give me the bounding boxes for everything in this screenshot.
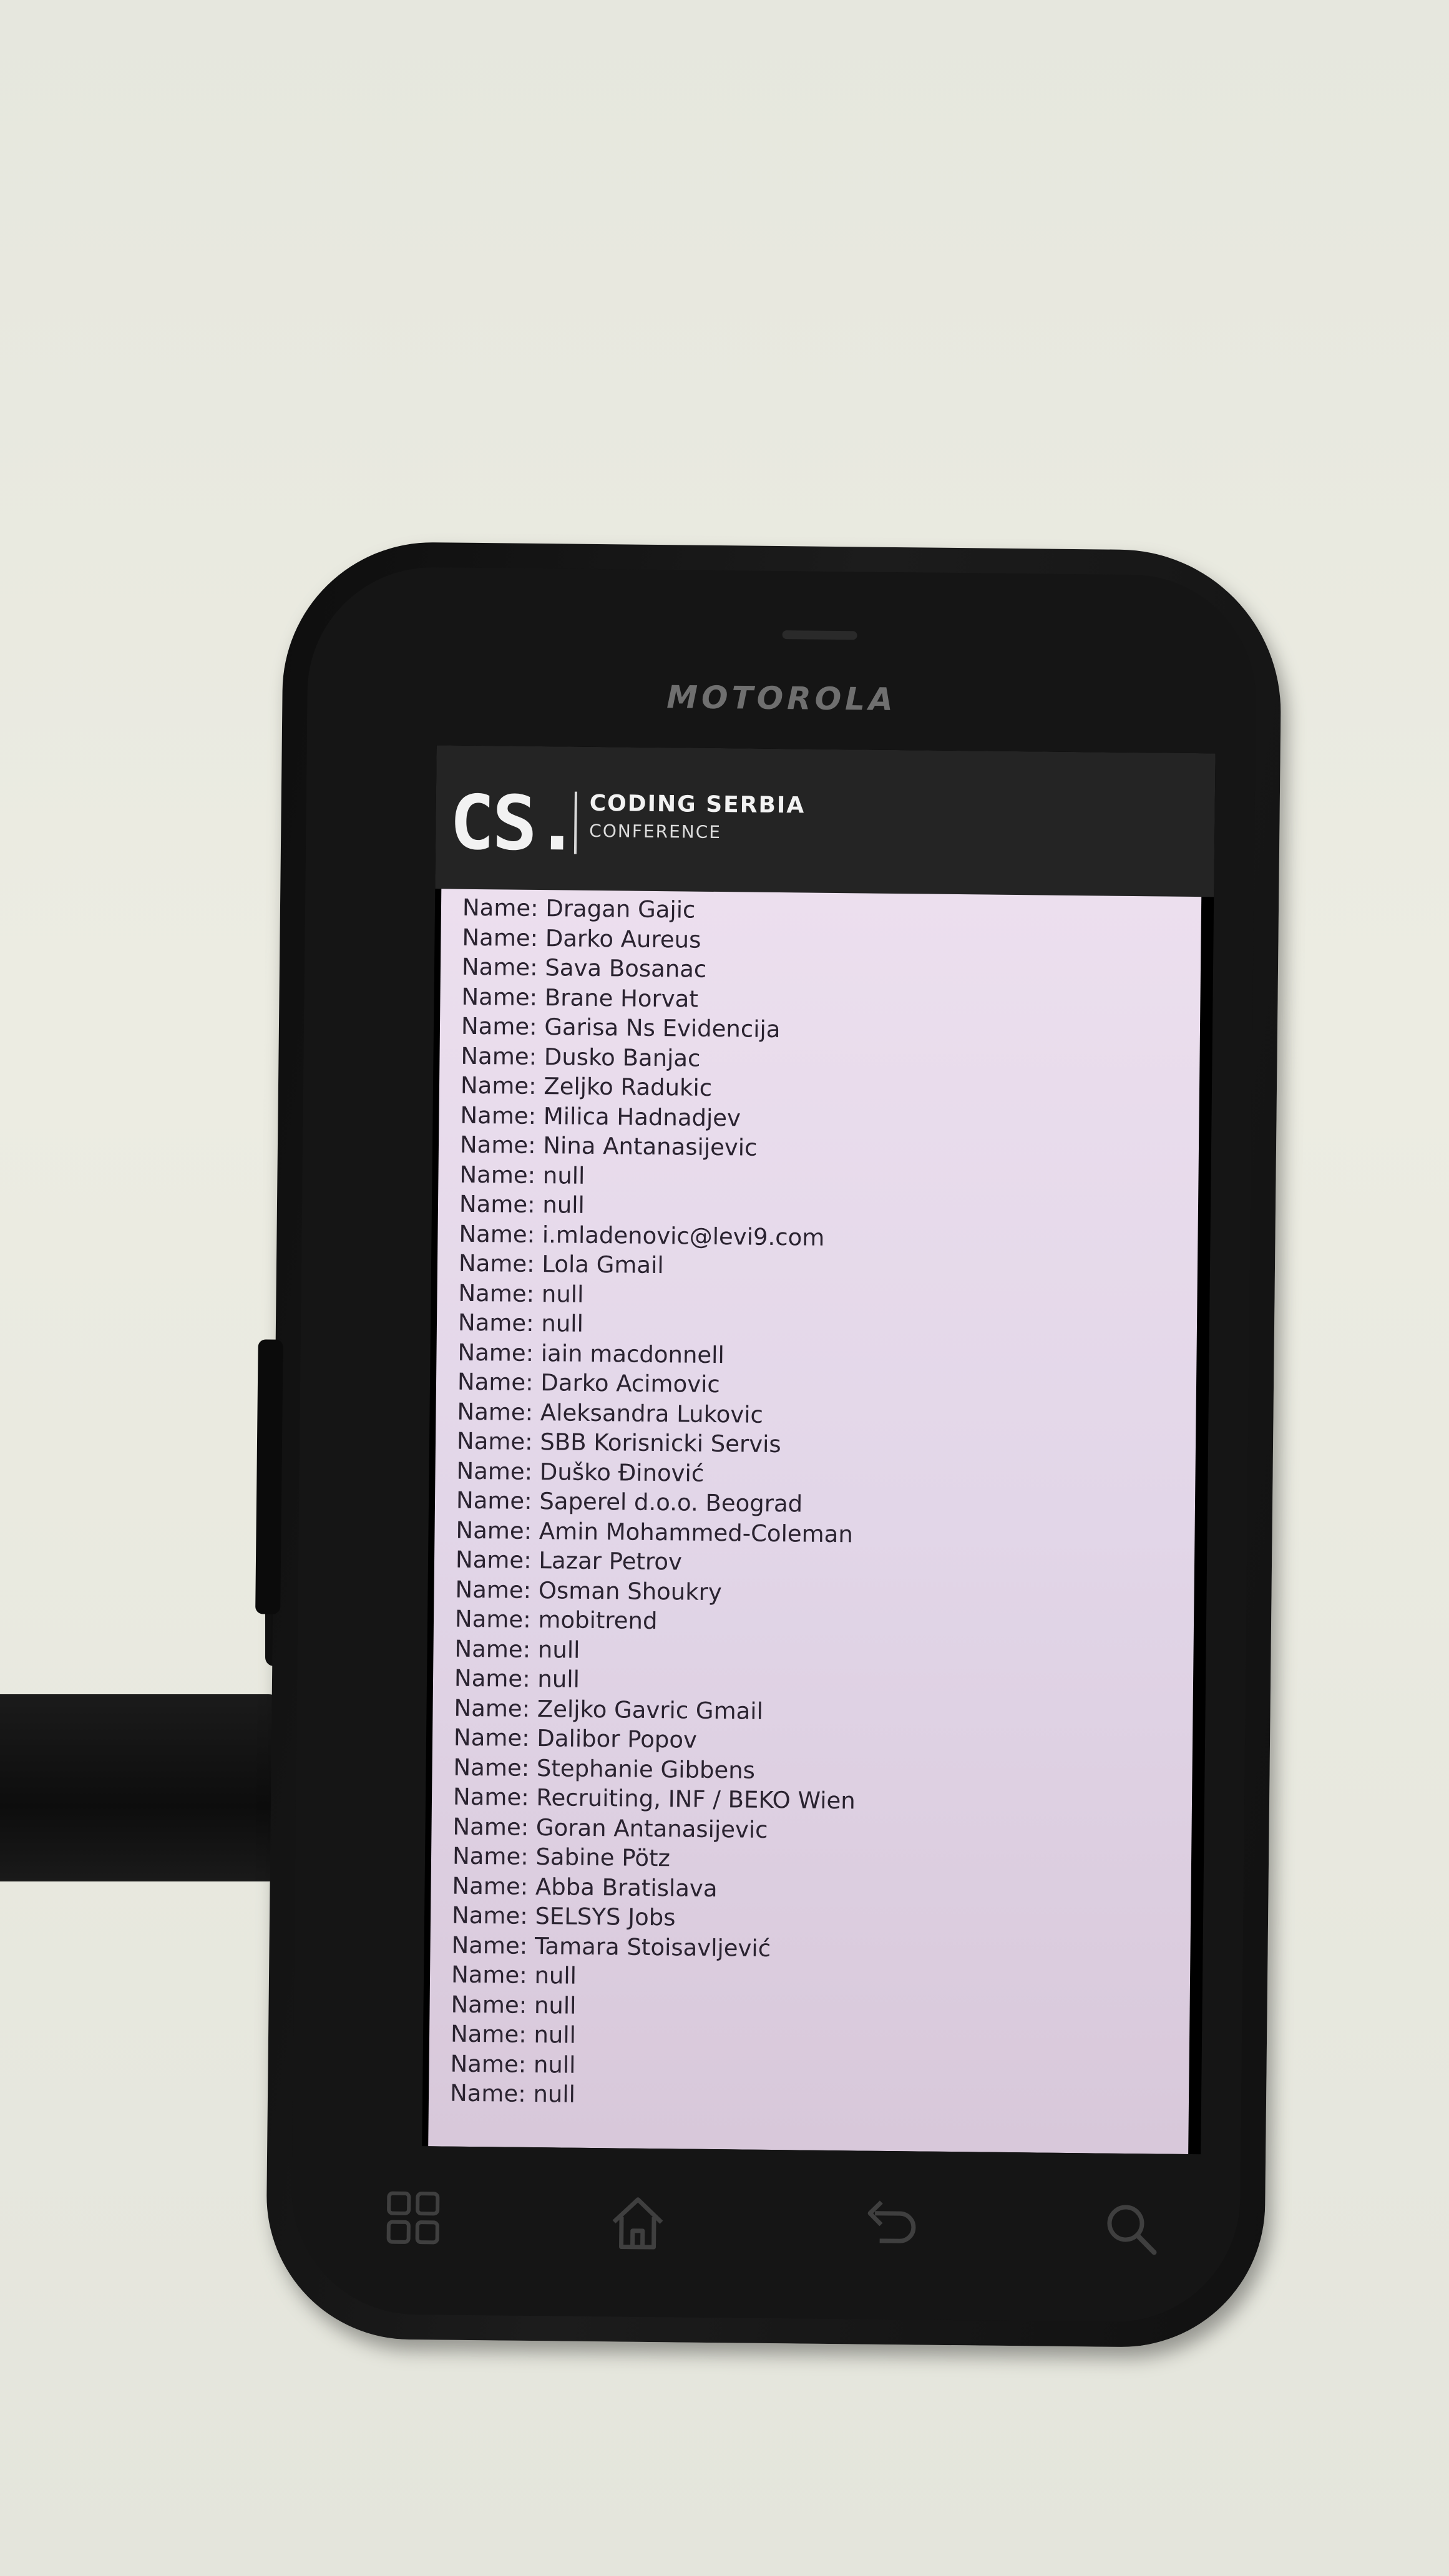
contact-list: Name: Dragan Gajic Name: Darko Aureus Name… xyxy=(429,892,1201,2115)
screen: CS. CODING SERBIA CONFERENCE Name: Draga… xyxy=(422,745,1216,2155)
menu-icon[interactable] xyxy=(378,2189,447,2258)
home-icon[interactable] xyxy=(603,2192,672,2261)
hardware-nav-keys xyxy=(378,2177,1157,2272)
app-header: CS. CODING SERBIA CONFERENCE xyxy=(435,745,1216,897)
phone-front: MOTOROLA CS. CODING SERBIA CONFERENCE Na… xyxy=(290,566,1257,2323)
contact-list-view[interactable]: Name: Dragan Gajic Name: Darko Aureus Name… xyxy=(428,889,1202,2155)
usb-cable xyxy=(0,1694,287,1881)
back-icon[interactable] xyxy=(852,2194,922,2263)
earpiece-speaker xyxy=(782,630,857,640)
brand-logo: MOTOROLA xyxy=(666,679,897,718)
search-icon[interactable] xyxy=(1096,2197,1165,2266)
side-volume-key[interactable] xyxy=(255,1339,283,1614)
app-title: CODING SERBIA xyxy=(589,790,806,819)
app-subtitle: CONFERENCE xyxy=(589,820,722,843)
app-logo-mark: CS. xyxy=(449,779,578,868)
phone-body: MOTOROLA CS. CODING SERBIA CONFERENCE Na… xyxy=(255,540,1283,2349)
